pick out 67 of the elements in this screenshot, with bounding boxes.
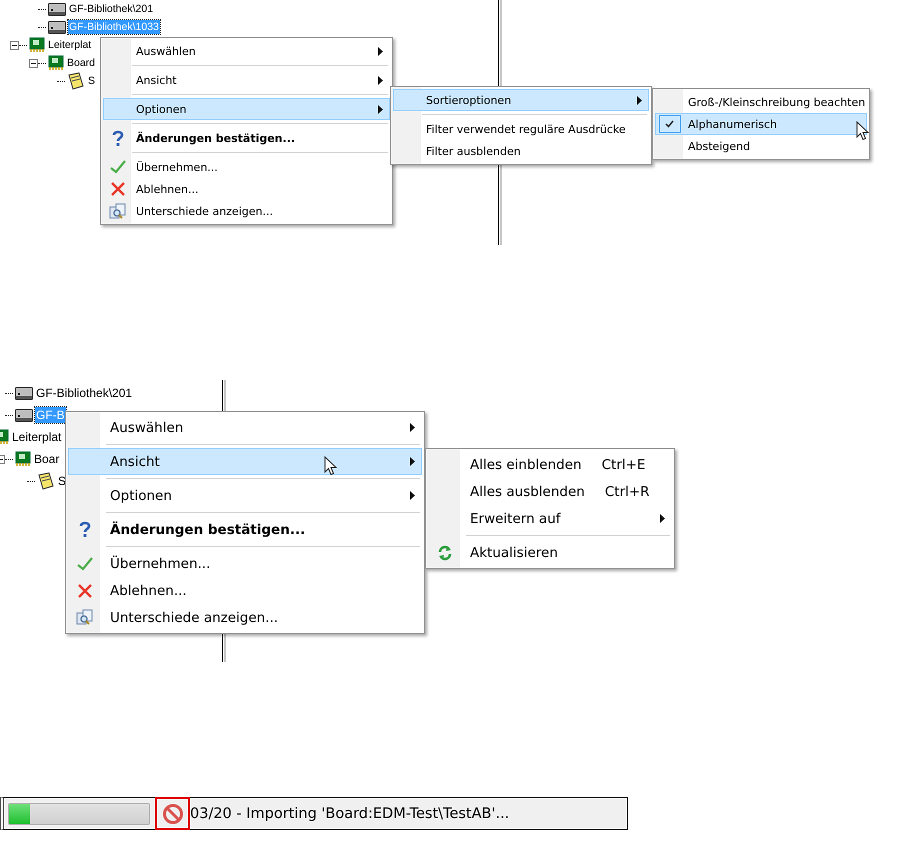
mouse-pointer-icon (856, 121, 869, 141)
menu-item[interactable]: Übernehmen... (68, 550, 422, 577)
menu-item[interactable]: Groß-/Kleinschreibung beachten (655, 91, 867, 113)
help-icon (112, 130, 124, 146)
cancel-button[interactable] (155, 797, 190, 830)
schematic-sheet-icon (37, 472, 55, 490)
submenu-arrow-icon (378, 76, 382, 84)
tree-item[interactable]: GF-Bibliothek\201 (68, 2, 154, 16)
stop-icon (162, 802, 184, 824)
menu-item[interactable]: Ansicht (68, 448, 422, 475)
menu-item[interactable]: Sortieroptionen (393, 89, 649, 111)
menu-item[interactable]: Filter ausblenden (393, 140, 649, 162)
collapse-icon[interactable] (10, 40, 19, 50)
menu-item[interactable]: Auswählen (103, 40, 390, 62)
menu-item[interactable]: Erweitern auf (428, 505, 672, 532)
tree-item[interactable]: Leiterplat (11, 429, 62, 445)
menu-item[interactable]: Änderungen bestätigen... (103, 127, 390, 149)
circuit-board-icon (29, 37, 45, 53)
submenu-arrow-icon (410, 457, 414, 466)
menu-item[interactable]: Auswählen (68, 414, 422, 441)
submenu-arrow-icon (636, 96, 642, 104)
submenu-arrow-icon (410, 491, 414, 500)
tree-item[interactable]: S (57, 473, 68, 489)
menu-item[interactable]: Alles ausblenden Ctrl+R (428, 478, 672, 505)
mouse-pointer-icon (324, 456, 337, 476)
collapse-icon[interactable] (29, 58, 38, 68)
check-icon (76, 556, 92, 570)
tree-item[interactable]: S (87, 74, 96, 88)
shortcut-label: Ctrl+E (600, 456, 646, 472)
menu-item[interactable]: Änderungen bestätigen... (68, 516, 422, 543)
cross-icon (78, 584, 92, 598)
check-icon (110, 160, 126, 174)
menu-item[interactable]: Alles einblenden Ctrl+E (428, 451, 672, 478)
cross-icon (110, 182, 124, 196)
menu-item[interactable]: Optionen (103, 98, 390, 120)
menu-item[interactable]: Ablehnen... (68, 577, 422, 604)
status-message: 03/20 - Importing 'Board:EDM-Test\TestAB'... (190, 806, 510, 822)
shortcut-label: Ctrl+R (604, 484, 651, 500)
tree-item[interactable]: Leiterplat (47, 38, 92, 52)
menu-item[interactable]: Alphanumerisch (655, 113, 867, 135)
menu-item[interactable]: Aktualisieren (428, 539, 672, 566)
circuit-board-icon (15, 451, 31, 467)
compare-documents-icon (76, 609, 94, 626)
chip-icon (15, 408, 33, 422)
schematic-sheet-icon (67, 72, 85, 90)
chip-icon (15, 386, 33, 400)
menu-item[interactable]: Absteigend (655, 135, 867, 157)
menu-item[interactable]: Ansicht (103, 69, 390, 91)
menu-item[interactable]: Unterschiede anzeigen... (103, 200, 390, 222)
tree-item[interactable]: GF-Bibliothek\201 (35, 385, 134, 401)
submenu-arrow-icon (378, 104, 382, 114)
compare-documents-icon (108, 202, 126, 220)
chip-icon (48, 2, 66, 16)
menu-item[interactable]: Optionen (68, 482, 422, 509)
tree-item[interactable]: Boar (33, 451, 60, 467)
menu-item[interactable]: Ablehnen... (103, 178, 390, 200)
refresh-icon (436, 544, 452, 560)
menu-item[interactable]: Filter verwendet reguläre Ausdrücke (393, 118, 649, 140)
submenu-arrow-icon (660, 514, 664, 523)
submenu-arrow-icon (410, 423, 414, 432)
menu-item[interactable]: Unterschiede anzeigen... (68, 604, 422, 631)
menu-item[interactable]: Übernehmen... (103, 156, 390, 178)
circuit-board-icon (48, 55, 64, 71)
submenu-arrow-icon (378, 46, 382, 56)
chip-icon (48, 20, 66, 34)
help-icon (78, 521, 90, 538)
tree-item[interactable]: Board (66, 56, 96, 70)
